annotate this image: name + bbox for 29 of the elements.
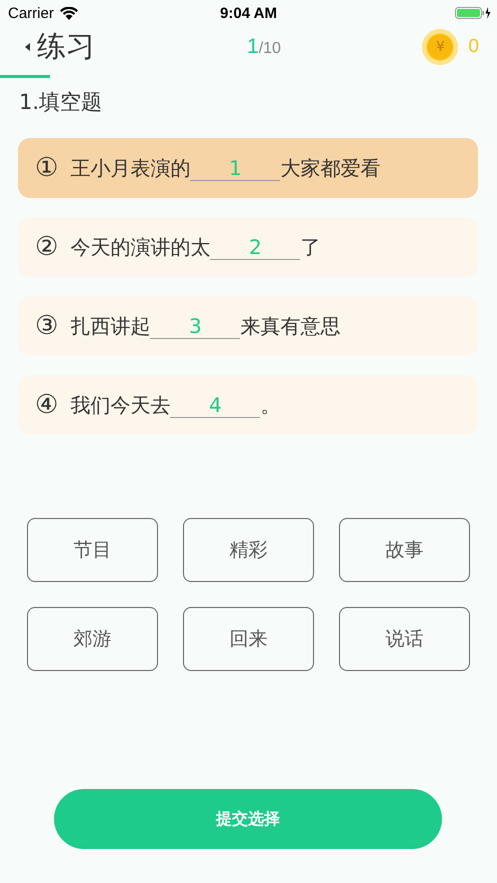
coin-count: 0: [468, 36, 479, 58]
word-option[interactable]: 故事: [339, 518, 470, 582]
question-number: ①: [35, 155, 58, 181]
word-option[interactable]: 精彩: [183, 518, 314, 582]
question-text: 王小月表演的 1 大家都爱看: [70, 154, 380, 182]
status-time: 9:04 AM: [220, 4, 277, 22]
question-number: ③: [35, 313, 58, 339]
question-text: 今天的演讲的太 2 了: [70, 234, 320, 260]
question-text: 扎西讲起 3 来真有意思: [70, 312, 340, 340]
progress-counter: 1/10: [247, 35, 281, 59]
question-card[interactable]: ② 今天的演讲的太 2 了: [18, 217, 478, 277]
coin-icon: ¥: [422, 29, 458, 65]
word-option[interactable]: 节目: [27, 518, 158, 582]
carrier-label: Carrier: [8, 4, 54, 22]
word-option[interactable]: 说话: [339, 607, 470, 671]
question-card[interactable]: ① 王小月表演的 1 大家都爱看: [18, 138, 478, 198]
question-number: ②: [35, 234, 58, 260]
page-title: 练习: [37, 28, 95, 65]
word-option[interactable]: 回来: [183, 607, 314, 671]
question-text: 我们今天去 4 。: [70, 392, 280, 418]
question-number: ④: [35, 392, 58, 418]
section-title: 1.填空题: [18, 89, 104, 116]
word-option[interactable]: 郊游: [27, 607, 158, 671]
question-card[interactable]: ④ 我们今天去 4 。: [18, 375, 478, 435]
question-card[interactable]: ③ 扎西讲起 3 来真有意思: [18, 296, 478, 356]
battery-icon: [455, 6, 491, 20]
back-button[interactable]: 练习: [25, 27, 95, 67]
back-icon: [25, 43, 30, 51]
wifi-icon: [60, 6, 78, 20]
